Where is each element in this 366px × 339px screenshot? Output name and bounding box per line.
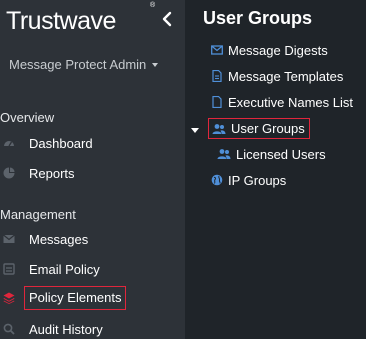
panel-title: User Groups — [203, 8, 313, 28]
tree-item-label: Licensed Users — [236, 146, 326, 162]
document-outline-icon — [212, 96, 222, 108]
collapse-sidebar-button[interactable] — [157, 9, 177, 29]
sidebar-item-policy-elements[interactable]: Policy Elements — [0, 286, 185, 310]
brand-registered-mark: ® — [150, 2, 156, 9]
magnifier-icon — [3, 323, 15, 335]
tree-item-user-groups[interactable]: User Groups — [208, 118, 310, 139]
tree-item-licensed-users[interactable]: Licensed Users — [217, 144, 326, 164]
policy-doc-icon — [3, 263, 15, 275]
layers-icon — [3, 292, 15, 304]
speedometer-icon — [4, 141, 14, 147]
section-management: Management — [0, 207, 76, 222]
tree-item-executive-names-list[interactable]: Executive Names List — [211, 92, 353, 112]
policy-elements-panel: User Groups Message Digests Message Temp… — [185, 0, 366, 339]
pie-chart-icon — [3, 167, 15, 179]
sidebar-item-label: Email Policy — [29, 262, 100, 277]
sidebar-item-dashboard[interactable]: Dashboard — [0, 131, 185, 155]
chevron-left-icon — [162, 11, 172, 27]
caret-down-icon — [152, 62, 159, 67]
sidebar-item-label: Reports — [29, 166, 75, 181]
sidebar-item-email-policy[interactable]: Email Policy — [0, 257, 185, 281]
sidebar: Trustwave ® Message Protect Admin Overvi… — [0, 0, 185, 339]
sidebar-item-label: Messages — [29, 232, 89, 247]
sidebar-item-reports[interactable]: Reports — [0, 161, 185, 185]
sidebar-item-messages[interactable]: Messages — [0, 227, 185, 251]
section-overview: Overview — [0, 110, 55, 125]
tree-item-label: Message Digests — [228, 42, 328, 58]
tree-item-label: Message Templates — [228, 68, 344, 84]
brand-name: Trustwave — [6, 7, 116, 35]
globe-icon — [211, 174, 223, 186]
tree-item-message-templates[interactable]: Message Templates — [211, 66, 343, 86]
brand-logo[interactable]: Trustwave — [6, 8, 116, 34]
sidebar-item-audit-history[interactable]: Audit History — [0, 317, 185, 339]
tree-item-message-digests[interactable]: Message Digests — [211, 40, 328, 60]
tree-item-ip-groups[interactable]: IP Groups — [211, 170, 286, 190]
users-icon — [212, 123, 226, 134]
envelope-icon — [211, 45, 223, 55]
account-menu[interactable]: Message Protect Admin — [9, 57, 159, 72]
envelope-icon — [3, 234, 15, 243]
document-icon — [212, 70, 222, 82]
account-label: Message Protect Admin — [9, 57, 147, 72]
tree-item-label: User Groups — [231, 121, 305, 136]
users-icon — [217, 149, 231, 159]
sidebar-item-label: Dashboard — [29, 136, 93, 151]
caret-down-icon — [191, 128, 199, 133]
tree-item-label: Executive Names List — [228, 94, 353, 110]
sidebar-item-label: Policy Elements — [24, 286, 127, 310]
sidebar-item-label: Audit History — [29, 322, 103, 337]
tree-item-label: IP Groups — [228, 172, 287, 188]
tree-toggle-user-groups[interactable] — [190, 126, 200, 136]
